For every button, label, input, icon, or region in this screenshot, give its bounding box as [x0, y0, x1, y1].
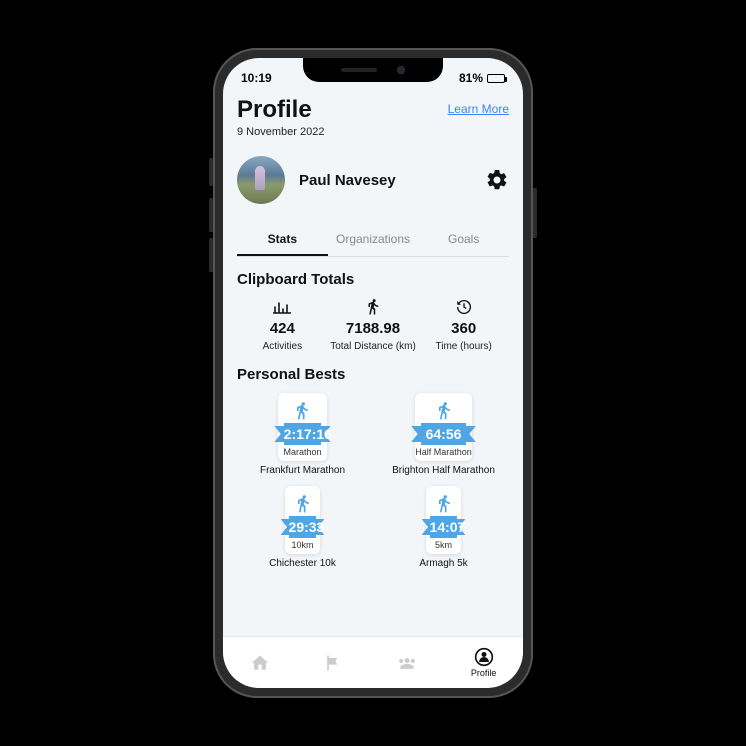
runner-icon [363, 298, 383, 316]
pb-time: 2:17:16 [284, 423, 322, 445]
pb-category: 5km [435, 540, 452, 550]
pb-time: 29:33 [289, 516, 317, 538]
pb-grid: 2:17:16 Marathon Frankfurt Marathon 64:5… [237, 393, 509, 569]
pb-event: Frankfurt Marathon [260, 465, 345, 476]
personal-bests-title: Personal Bests [237, 366, 509, 383]
pb-event: Brighton Half Marathon [392, 465, 495, 476]
pb-category: Half Marathon [415, 447, 472, 457]
page-title: Profile [237, 96, 324, 124]
nav-profile[interactable]: Profile [471, 647, 497, 678]
battery-icon [487, 74, 505, 83]
gear-icon [485, 168, 509, 192]
bottom-nav: Profile [223, 636, 523, 688]
clock-history-icon [455, 298, 473, 316]
learn-more-link[interactable]: Learn More [448, 102, 509, 116]
pb-time: 64:56 [421, 423, 465, 445]
flag-icon [323, 653, 343, 673]
total-activities: 424 Activities [237, 298, 328, 352]
pb-card-half-marathon[interactable]: 64:56 Half Marathon [415, 393, 472, 461]
pb-category: 10km [291, 540, 313, 550]
status-battery-text: 81% [459, 71, 483, 85]
pb-category: Marathon [283, 447, 321, 457]
profile-icon [474, 647, 494, 667]
nav-community[interactable] [396, 653, 418, 673]
pb-time: 14:07 [430, 516, 458, 538]
user-name: Paul Navesey [299, 172, 396, 189]
tab-stats[interactable]: Stats [237, 224, 328, 256]
home-icon [250, 653, 270, 673]
total-distance: 7188.98 Total Distance (km) [328, 298, 419, 352]
runner-icon [433, 494, 455, 514]
nav-profile-label: Profile [471, 668, 497, 678]
pb-event: Chichester 10k [269, 558, 336, 569]
nav-events[interactable] [323, 653, 343, 673]
pb-event: Armagh 5k [419, 558, 467, 569]
runner-icon [292, 494, 314, 514]
tab-organizations[interactable]: Organizations [328, 224, 419, 256]
runner-icon [291, 401, 313, 421]
settings-button[interactable] [485, 168, 509, 192]
phone-frame: 10:19 81% Profile 9 November 2022 Learn … [213, 48, 533, 698]
total-time: 360 Time (hours) [418, 298, 509, 352]
tab-goals[interactable]: Goals [418, 224, 509, 256]
page-date: 9 November 2022 [237, 126, 324, 138]
clipboard-totals-title: Clipboard Totals [237, 271, 509, 288]
pb-card-10km[interactable]: 29:33 10km [285, 486, 321, 554]
tabs: Stats Organizations Goals [237, 224, 509, 257]
pb-card-5km[interactable]: 14:07 5km [426, 486, 462, 554]
runner-icon [433, 401, 455, 421]
bar-chart-icon [273, 298, 291, 316]
people-icon [396, 653, 418, 673]
status-time: 10:19 [241, 71, 272, 85]
avatar[interactable] [237, 156, 285, 204]
pb-card-marathon[interactable]: 2:17:16 Marathon [278, 393, 326, 461]
nav-home[interactable] [250, 653, 270, 673]
notch [303, 58, 443, 82]
totals-row: 424 Activities 7188.98 Total Distance (k… [237, 298, 509, 352]
screen: 10:19 81% Profile 9 November 2022 Learn … [223, 58, 523, 688]
